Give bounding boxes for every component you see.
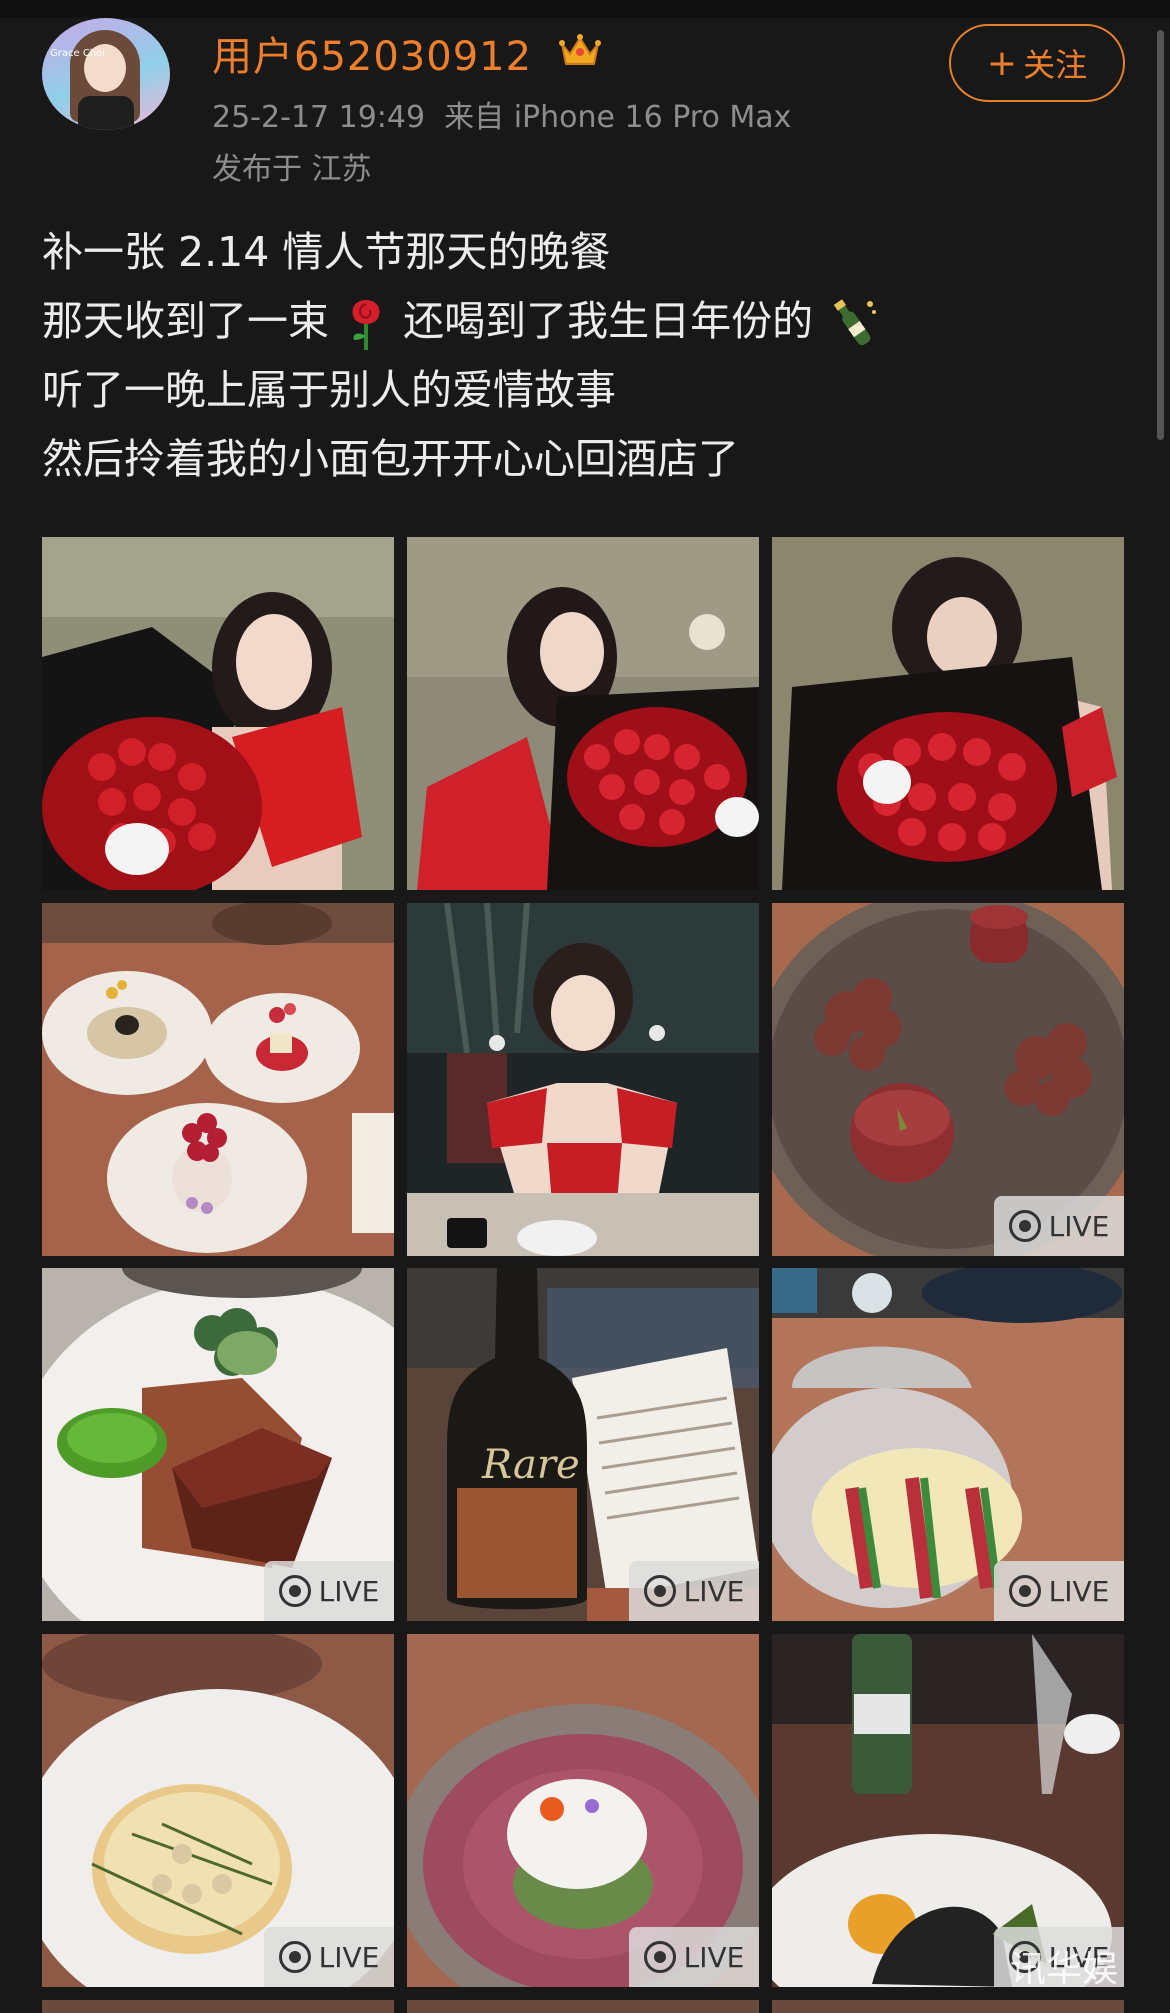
live-badge[interactable]: LIVE [994, 1561, 1124, 1621]
photo-1[interactable] [42, 537, 394, 890]
live-icon [1008, 1210, 1041, 1242]
photo-11[interactable]: LIVE [407, 1634, 759, 1987]
live-badge[interactable]: LIVE [629, 1927, 759, 1987]
photo-2[interactable] [407, 537, 759, 890]
photo-14-edge[interactable] [407, 2000, 759, 2013]
live-badge[interactable]: LIVE [629, 1561, 759, 1621]
post-line-3: 听了一晚上属于别人的爱情故事 [42, 366, 616, 414]
crown-icon [559, 34, 601, 65]
live-icon [643, 1575, 676, 1607]
live-icon [643, 1941, 676, 1973]
live-badge[interactable]: LIVE [264, 1561, 394, 1621]
photo-woman-with-roses-3 [772, 537, 1124, 890]
avatar[interactable]: Grace Choi [42, 18, 170, 130]
photo-13-edge[interactable] [42, 2000, 394, 2013]
top-edge [0, 0, 1170, 18]
live-label: LIVE [683, 1940, 745, 1974]
live-icon [1008, 1575, 1041, 1607]
rose-icon [352, 300, 380, 350]
photo-woman-at-table [407, 903, 759, 1256]
avatar-body [78, 96, 134, 130]
photo-7[interactable]: LIVE [42, 1268, 394, 1621]
live-icon [278, 1575, 311, 1607]
follow-label: 关注 [1023, 46, 1088, 84]
avatar-text: Grace Choi [50, 48, 106, 59]
photo-3[interactable] [772, 537, 1124, 890]
photo-15-edge[interactable] [772, 2000, 1124, 2013]
post-line-4: 然后拎着我的小面包开开心心回酒店了 [42, 435, 739, 483]
photo-10[interactable]: LIVE [42, 1634, 394, 1987]
watermark: 讯华娱 [1010, 1949, 1119, 1990]
photo-5[interactable] [407, 903, 759, 1256]
champagne-icon [833, 299, 877, 346]
timestamp: 25-2-17 19:49 [212, 100, 426, 135]
post-source: 来自 iPhone 16 Pro Max [444, 100, 792, 135]
post-location: 发布于 江苏 [212, 152, 372, 187]
post-line-2b: 还喝到了我生日年份的 [403, 297, 814, 345]
post-line-2: 那天收到了一束 还喝到了我生日年份的 [42, 287, 1122, 356]
photo-8[interactable]: Rare LIVE [407, 1268, 759, 1621]
post-line-1: 补一张 2.14 情人节那天的晚餐 [42, 228, 611, 276]
photo-woman-with-roses-1 [42, 537, 394, 890]
plus-icon: + [986, 42, 1018, 84]
post-line-2a: 那天收到了一束 [42, 297, 329, 345]
live-label: LIVE [1048, 1209, 1110, 1243]
live-label: LIVE [318, 1940, 380, 1974]
photo-dinner-plates [42, 903, 394, 1256]
scrollbar[interactable] [1157, 30, 1164, 440]
live-icon [278, 1941, 311, 1973]
live-label: LIVE [1048, 1574, 1110, 1608]
follow-button[interactable]: + 关注 [949, 24, 1125, 102]
live-label: LIVE [683, 1574, 745, 1608]
svg-text:Rare: Rare [481, 1442, 580, 1488]
photo-4[interactable] [42, 903, 394, 1256]
post-meta: 25-2-17 19:49 来自 iPhone 16 Pro Max [212, 92, 791, 136]
live-label: LIVE [318, 1574, 380, 1608]
username[interactable]: 用户652030912 [212, 24, 532, 82]
post-text: 补一张 2.14 情人节那天的晚餐 那天收到了一束 还喝到了我生日年份的 听了一… [42, 218, 1122, 494]
photo-woman-with-roses-2 [407, 537, 759, 890]
live-badge[interactable]: LIVE [994, 1196, 1124, 1256]
photo-6[interactable]: LIVE [772, 903, 1124, 1256]
photo-9[interactable]: LIVE [772, 1268, 1124, 1621]
next-photo-row [42, 2000, 1128, 2013]
live-badge[interactable]: LIVE [264, 1927, 394, 1987]
photo-12[interactable]: LIVE [772, 1634, 1124, 1987]
